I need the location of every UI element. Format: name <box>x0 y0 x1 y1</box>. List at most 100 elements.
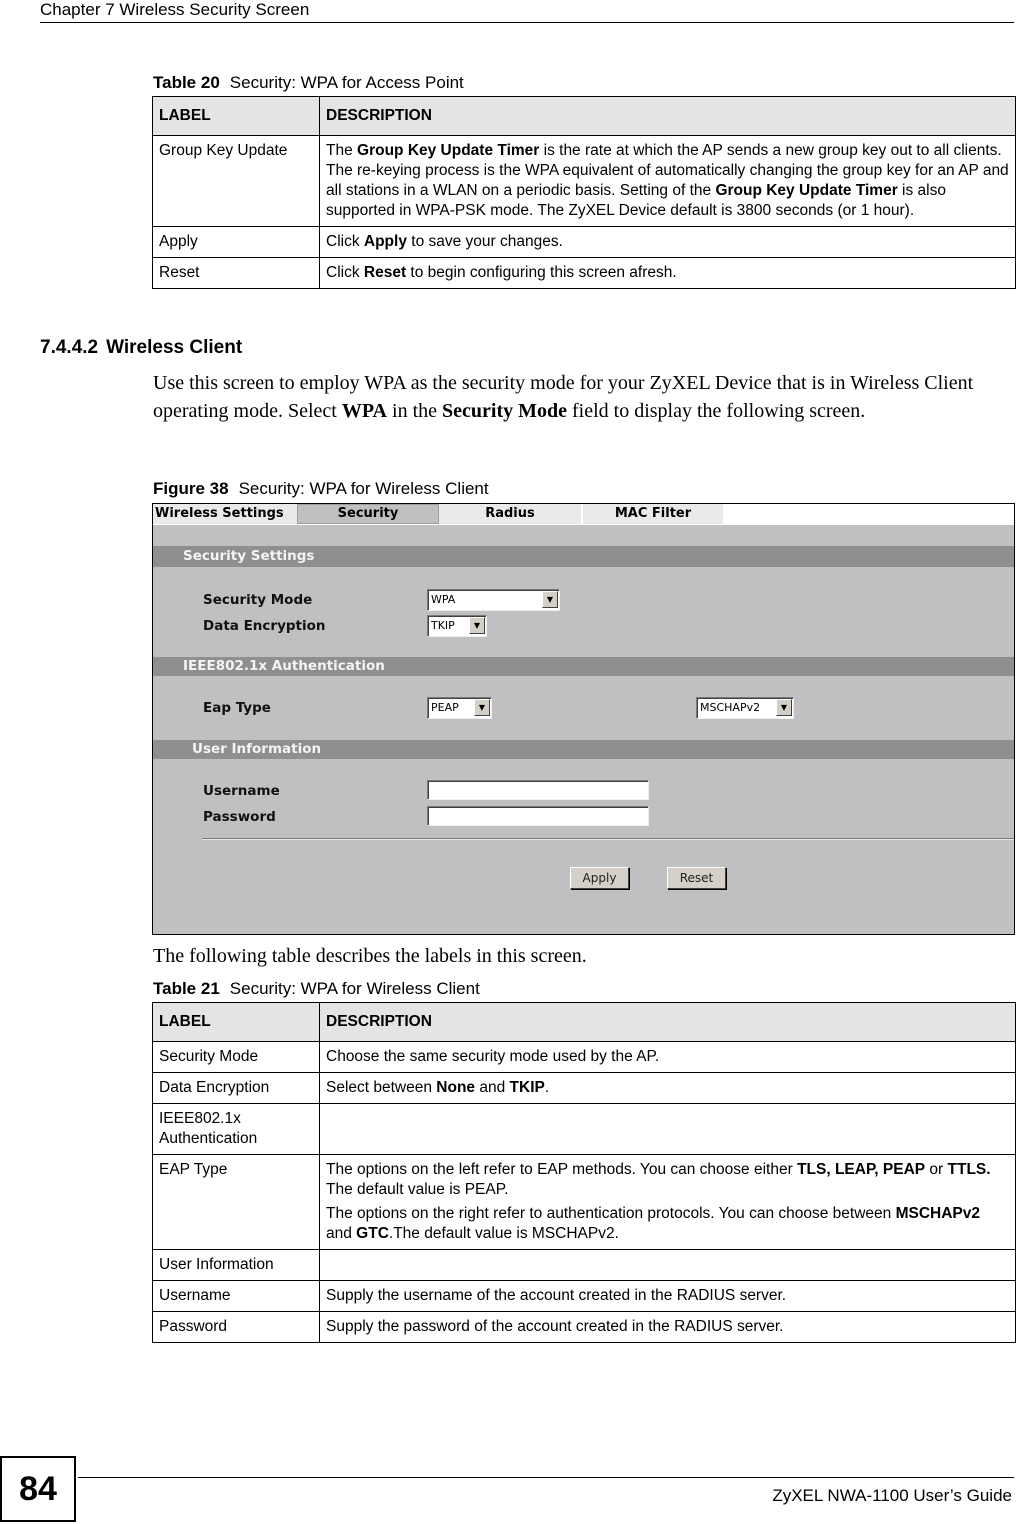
description-paragraph: Choose the same security mode used by th… <box>326 1048 660 1065</box>
table-row: User Information <box>152 1249 1016 1281</box>
tab-bar: Wireless Settings Security Radius MAC Fi… <box>153 504 1014 525</box>
bold-term: MSCHAPv2 <box>895 1205 981 1222</box>
column-header-label: LABEL <box>152 96 320 136</box>
bold-term: Reset <box>363 264 407 281</box>
row-label: Security Mode <box>152 1041 320 1073</box>
eap-type-label: Eap Type <box>203 700 271 716</box>
section-heading: 7.4.4.2 Wireless Client <box>40 337 242 359</box>
row-label: IEEE802.1x Authentication <box>152 1103 320 1155</box>
password-input[interactable] <box>427 806 649 826</box>
username-label: Username <box>203 783 280 799</box>
eap-method-value: PEAP <box>431 701 459 714</box>
security-settings-heading: Security Settings <box>183 548 315 564</box>
table-row: Group Key Update The Group Key Update Tim… <box>152 135 1016 227</box>
eap-protocol-value: MSCHAPv2 <box>700 701 761 714</box>
form-divider <box>202 838 1014 840</box>
description-paragraph: Select between None and TKIP. <box>326 1079 550 1096</box>
data-encryption-label: Data Encryption <box>203 618 326 634</box>
apply-button[interactable]: Apply <box>570 867 629 889</box>
username-input[interactable] <box>427 780 649 800</box>
reset-button[interactable]: Reset <box>667 867 726 889</box>
user-info-band: User Information <box>153 740 1014 759</box>
table-row: Password Supply the password of the accou… <box>152 1311 1016 1343</box>
security-settings-band: Security Settings <box>153 546 1014 567</box>
table-row: Reset Click Reset to begin configuring th… <box>152 257 1016 289</box>
follow-paragraph: The following table describes the labels… <box>153 945 587 967</box>
description-paragraph: The options on the right refer to authen… <box>326 1205 981 1242</box>
figure38-caption-title: Security: WPA for Wireless Client <box>238 479 489 498</box>
table-row: Username Supply the username of the accou… <box>152 1280 1016 1312</box>
table21-caption-title: Security: WPA for Wireless Client <box>229 979 480 998</box>
table21-caption: Table 21 Security: WPA for Wireless Clien… <box>153 979 480 999</box>
tab-radius[interactable]: Radius <box>439 504 581 524</box>
tab-wireless-settings[interactable]: Wireless Settings <box>153 504 297 524</box>
table21-body: Security Mode Choose the same security mo… <box>152 1041 1016 1343</box>
ieee-auth-band: IEEE802.1x Authentication <box>153 657 1014 676</box>
bold-term: GTC <box>356 1225 389 1242</box>
user-info-heading: User Information <box>192 741 322 757</box>
bold-term: TLS, LEAP, PEAP <box>797 1161 926 1178</box>
row-description: Choose the same security mode used by th… <box>319 1041 1016 1073</box>
eap-method-select[interactable]: PEAP ▼ <box>427 697 492 719</box>
dropdown-arrow-icon[interactable]: ▼ <box>542 591 558 608</box>
row-label: Apply <box>152 226 320 258</box>
table-row: IEEE802.1x Authentication <box>152 1103 1016 1155</box>
column-header-description: DESCRIPTION <box>319 1002 1016 1042</box>
dropdown-arrow-icon[interactable]: ▼ <box>776 699 792 716</box>
table-row: Security Mode Choose the same security mo… <box>152 1041 1016 1073</box>
bold-term: Apply <box>363 233 407 250</box>
guide-title: ZyXEL NWA-1100 User’s Guide <box>772 1486 1012 1505</box>
ieee-auth-heading: IEEE802.1x Authentication <box>183 658 385 674</box>
row-description <box>319 1103 1016 1155</box>
row-label: User Information <box>152 1249 320 1281</box>
section-number: 7.4.4.2 <box>40 337 99 358</box>
table20-header-row: LABEL DESCRIPTION <box>152 96 1016 136</box>
data-encryption-value: TKIP <box>431 619 455 632</box>
row-label: Data Encryption <box>152 1072 320 1104</box>
table-row: Data Encryption Select between None and T… <box>152 1072 1016 1104</box>
table20-caption: Table 20 Security: WPA for Access Point <box>153 73 464 93</box>
row-description <box>319 1249 1016 1281</box>
security-mode-label: Security Mode <box>203 592 313 608</box>
bold-term: Group Key Update Timer <box>357 142 540 159</box>
bold-term: TTLS. <box>947 1161 991 1178</box>
page-number: 84 <box>0 1456 76 1522</box>
bold-term: None <box>436 1079 476 1096</box>
section-title: Wireless Client <box>106 337 243 358</box>
description-paragraph: Supply the password of the account creat… <box>326 1318 784 1335</box>
tab-security[interactable]: Security <box>297 504 439 524</box>
table-row: EAP Type The options on the left refer to… <box>152 1154 1016 1250</box>
security-mode-select[interactable]: WPA ▼ <box>427 589 560 611</box>
header-rule <box>40 22 1014 23</box>
table21: LABEL DESCRIPTION Security Mode Choose th… <box>152 1002 1016 1343</box>
bold-term: Security Mode <box>442 399 567 422</box>
chapter-header: Chapter 7 Wireless Security Screen <box>40 0 310 19</box>
table21-header-row: LABEL DESCRIPTION <box>152 1002 1016 1042</box>
bold-term: WPA <box>341 399 388 422</box>
row-label: Reset <box>152 257 320 289</box>
column-header-label: LABEL <box>152 1002 320 1042</box>
row-label: EAP Type <box>152 1154 320 1250</box>
eap-protocol-select[interactable]: MSCHAPv2 ▼ <box>696 697 794 719</box>
row-description: Click Apply to save your changes. <box>319 226 1016 258</box>
column-header-description: DESCRIPTION <box>319 96 1016 136</box>
security-mode-value: WPA <box>431 593 456 606</box>
row-description: Select between None and TKIP. <box>319 1072 1016 1104</box>
row-description: Supply the username of the account creat… <box>319 1280 1016 1312</box>
dropdown-arrow-icon[interactable]: ▼ <box>474 699 490 716</box>
row-description: The Group Key Update Timer is the rate a… <box>319 135 1016 227</box>
tab-mac-filter[interactable]: MAC Filter <box>583 504 723 524</box>
data-encryption-select[interactable]: TKIP ▼ <box>427 615 487 637</box>
intro-paragraph: Use this screen to employ WPA as the sec… <box>153 372 974 422</box>
figure38-caption: Figure 38 Security: WPA for Wireless Clie… <box>153 479 489 499</box>
bold-term: Group Key Update Timer <box>715 182 898 199</box>
footer-rule <box>78 1477 1014 1478</box>
row-description: Supply the password of the account creat… <box>319 1311 1016 1343</box>
row-label: Group Key Update <box>152 135 320 227</box>
row-description: The options on the left refer to EAP met… <box>319 1154 1016 1250</box>
dropdown-arrow-icon[interactable]: ▼ <box>469 617 485 634</box>
row-label: Password <box>152 1311 320 1343</box>
description-paragraph: The options on the left refer to EAP met… <box>326 1161 991 1198</box>
table20-body: Group Key Update The Group Key Update Tim… <box>152 135 1016 289</box>
table20-caption-title: Security: WPA for Access Point <box>229 73 464 92</box>
